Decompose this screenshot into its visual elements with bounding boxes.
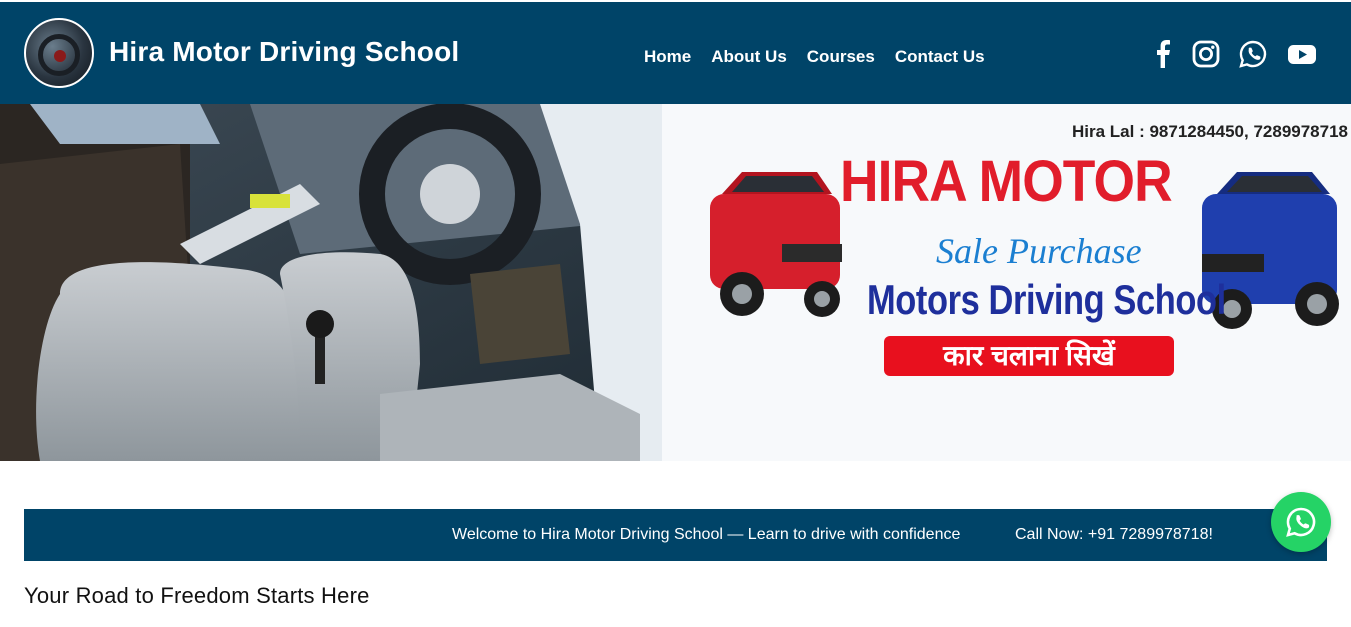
whatsapp-float-button[interactable] xyxy=(1271,492,1331,552)
whatsapp-icon[interactable] xyxy=(1238,39,1268,69)
announcement-bar: Welcome to Hira Motor Driving School — L… xyxy=(24,509,1327,561)
site-header: Hira Motor Driving School Home About Us … xyxy=(0,2,1351,104)
banner-title: HIRA MOTOR xyxy=(840,149,1173,214)
banner-tagline: कार चलाना सिखें xyxy=(884,336,1174,376)
banner-contact: Hira Lal : 9871284450, 7289978718 xyxy=(1072,122,1349,141)
section-heading: Your Road to Freedom Starts Here xyxy=(24,583,370,608)
hero-section: Hira Lal : 9871284450, 7289978718 HIRA M… xyxy=(0,104,1351,461)
main-nav: Home About Us Courses Contact Us xyxy=(644,47,985,67)
welcome-text: Welcome to Hira Motor Driving School — L… xyxy=(452,526,961,543)
logo[interactable] xyxy=(24,18,94,88)
banner-subtitle: Sale Purchase xyxy=(936,231,1142,271)
instagram-icon[interactable] xyxy=(1191,39,1221,69)
nav-contact-us[interactable]: Contact Us xyxy=(895,47,985,67)
hero-banner-image: Hira Lal : 9871284450, 7289978718 HIRA M… xyxy=(662,104,1351,461)
steering-hub-graphic xyxy=(54,50,66,62)
facebook-icon[interactable] xyxy=(1148,39,1178,69)
site-title[interactable]: Hira Motor Driving School xyxy=(109,36,459,68)
nav-home[interactable]: Home xyxy=(644,47,691,67)
nav-courses[interactable]: Courses xyxy=(807,47,875,67)
banner-school-name: Motors Driving School xyxy=(867,276,1226,323)
call-now-text[interactable]: Call Now: +91 7289978718! xyxy=(1015,526,1213,544)
red-car-graphic xyxy=(710,172,842,317)
youtube-icon[interactable] xyxy=(1287,39,1317,69)
hero-car-interior-image xyxy=(0,104,662,461)
nav-about-us[interactable]: About Us xyxy=(711,47,787,67)
whatsapp-icon xyxy=(1286,507,1316,537)
